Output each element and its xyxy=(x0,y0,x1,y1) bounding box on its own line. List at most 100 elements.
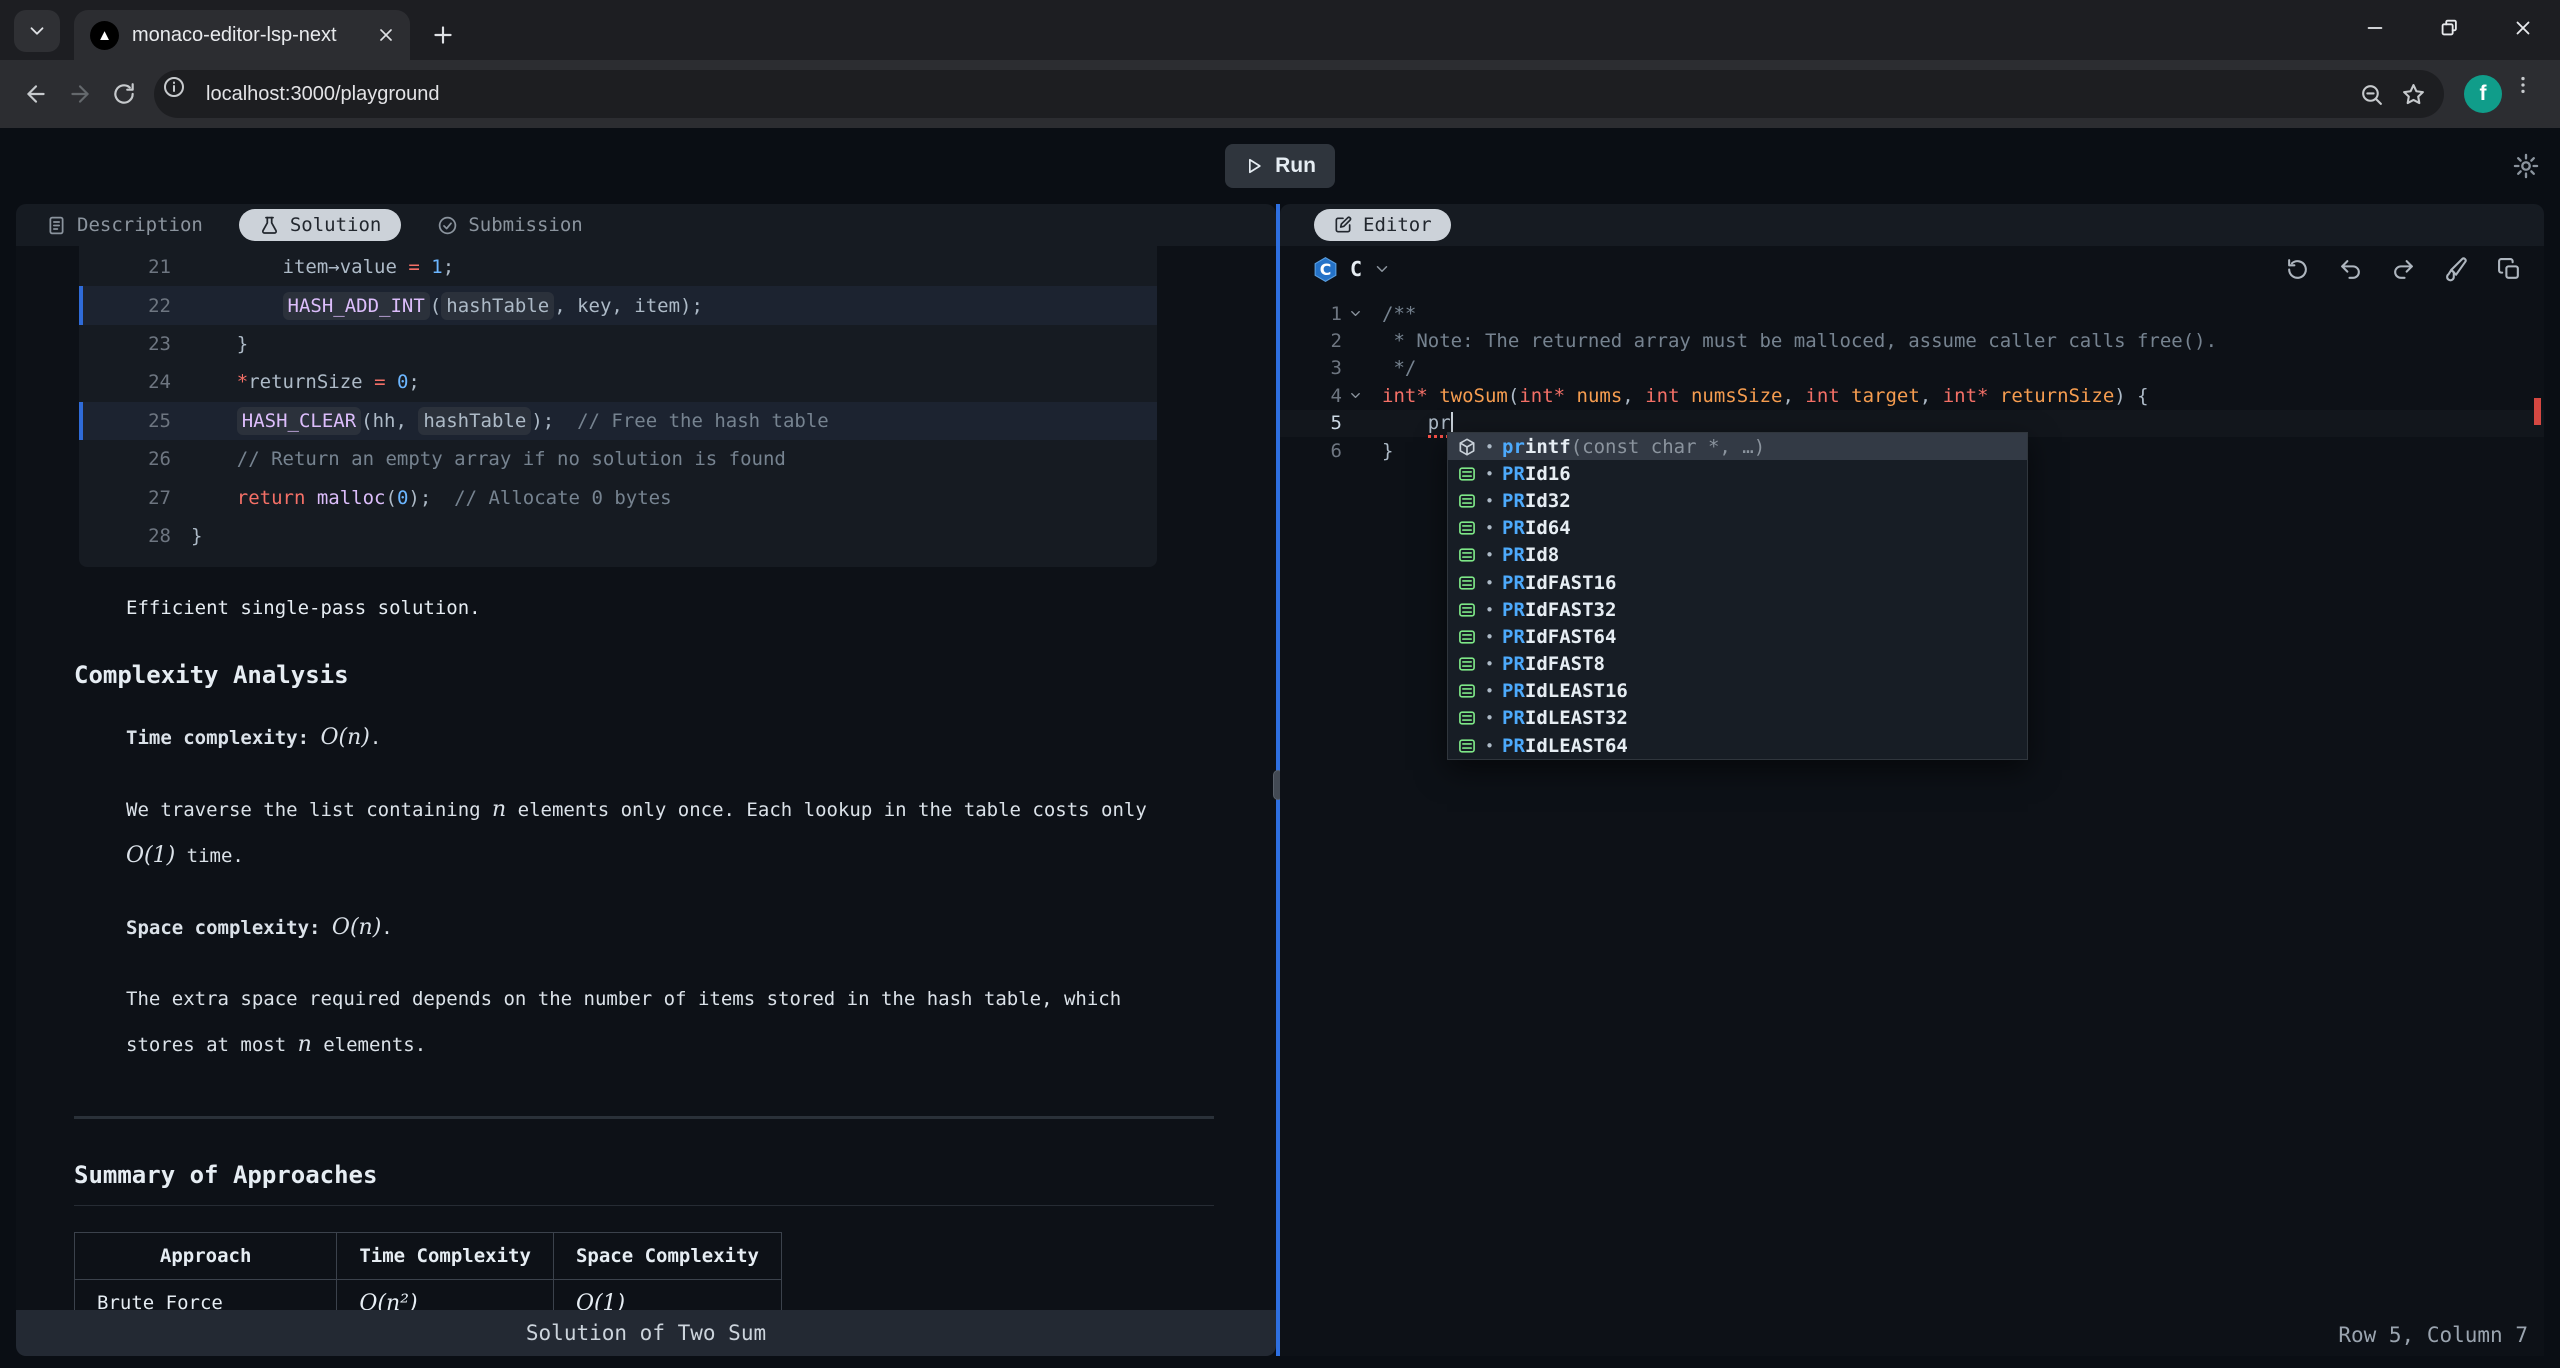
complexity-paragraph-4: The extra space required depends on the … xyxy=(126,977,1186,1068)
bullet: • xyxy=(1485,601,1494,619)
tab-description[interactable]: Description xyxy=(46,214,203,236)
forward-arrow-icon xyxy=(67,81,93,107)
browser-tab[interactable]: ▲ monaco-editor-lsp-next xyxy=(74,10,410,60)
suggest-item-PRIdFAST16[interactable]: •PRIdFAST16 xyxy=(1448,569,2027,596)
line-code: */ xyxy=(1382,357,1416,379)
suggest-item-PRIdLEAST64[interactable]: •PRIdLEAST64 xyxy=(1448,732,2027,759)
tab-title: monaco-editor-lsp-next xyxy=(132,24,363,47)
table-header-row: ApproachTime ComplexitySpace Complexity xyxy=(75,1233,782,1280)
code-editor[interactable]: 1/**2 * Note: The returned array must be… xyxy=(1280,292,2544,1356)
line-code: * Note: The returned array must be mallo… xyxy=(1382,330,2217,352)
suggest-item-PRIdLEAST32[interactable]: •PRIdLEAST32 xyxy=(1448,705,2027,732)
snippet-icon xyxy=(1457,627,1477,647)
reset-icon[interactable] xyxy=(2285,257,2310,282)
suggest-item-PRIdLEAST16[interactable]: •PRIdLEAST16 xyxy=(1448,678,2027,705)
line-number: 25 xyxy=(79,410,171,432)
copy-icon[interactable] xyxy=(2497,257,2522,282)
bullet: • xyxy=(1485,492,1494,510)
site-info-button[interactable] xyxy=(162,75,200,113)
undo-icon[interactable] xyxy=(2338,257,2363,282)
bullet: • xyxy=(1485,682,1494,700)
zoom-button[interactable] xyxy=(2350,73,2392,115)
section-divider xyxy=(74,1116,1214,1119)
table-cell: O(n²) xyxy=(337,1280,554,1310)
line-number: 28 xyxy=(79,525,171,547)
cube-icon xyxy=(1457,437,1477,457)
language-label: C xyxy=(1350,257,1362,281)
minimize-icon xyxy=(2364,17,2386,39)
tab-solution[interactable]: Solution xyxy=(239,209,402,241)
snippet-icon xyxy=(1457,518,1477,538)
close-icon xyxy=(2512,17,2534,39)
fold-chevron-icon[interactable] xyxy=(1342,306,1368,321)
line-code: int* twoSum(int* nums, int numsSize, int… xyxy=(1382,385,2149,407)
suggest-item-PRIdFAST64[interactable]: •PRIdFAST64 xyxy=(1448,623,2027,650)
kebab-menu-icon xyxy=(2512,74,2534,96)
c-language-icon: C xyxy=(1312,256,1339,283)
suggest-label: PRId64 xyxy=(1502,517,1571,539)
suggest-item-PRIdFAST8[interactable]: •PRIdFAST8 xyxy=(1448,651,2027,678)
approaches-table: ApproachTime ComplexitySpace ComplexityB… xyxy=(74,1232,782,1310)
window-close-button[interactable] xyxy=(2486,0,2560,56)
code-line-27: 27 return malloc(0); // Allocate 0 bytes xyxy=(79,478,1157,516)
window-minimize-button[interactable] xyxy=(2338,0,2412,56)
line-number: 21 xyxy=(79,256,171,278)
bookmark-button[interactable] xyxy=(2392,73,2434,115)
language-selector[interactable]: C C xyxy=(1312,256,1391,283)
line-code: item→value = 1; xyxy=(171,256,454,278)
suggest-label: PRIdLEAST32 xyxy=(1502,707,1628,729)
editor-line-4[interactable]: 4int* twoSum(int* nums, int numsSize, in… xyxy=(1280,382,2544,409)
line-code: *returnSize = 0; xyxy=(171,371,420,393)
format-icon[interactable] xyxy=(2444,257,2469,282)
snippet-icon xyxy=(1457,600,1477,620)
redo-icon[interactable] xyxy=(2391,257,2416,282)
line-number: 24 xyxy=(79,371,171,393)
snippet-icon xyxy=(1457,681,1477,701)
svg-text:C: C xyxy=(1320,260,1332,279)
bullet: • xyxy=(1485,655,1494,673)
complexity-paragraph-1: Time complexity: O(n). xyxy=(126,715,1186,761)
code-line-21: 21 item→value = 1; xyxy=(79,248,1157,286)
tab-close-icon[interactable] xyxy=(376,25,396,45)
suggest-item-PRId32[interactable]: •PRId32 xyxy=(1448,487,2027,514)
reload-button[interactable] xyxy=(102,72,146,116)
screen: ▲ monaco-editor-lsp-next localhost:3000/… xyxy=(0,0,2560,1368)
back-button[interactable] xyxy=(14,72,58,116)
browser-menu-button[interactable] xyxy=(2512,74,2546,114)
snippet-icon xyxy=(1457,736,1477,756)
tab-label: Solution xyxy=(290,214,382,236)
editor-line-1[interactable]: 1/** xyxy=(1280,300,2544,327)
suggest-item-PRId16[interactable]: •PRId16 xyxy=(1448,460,2027,487)
solution-panel: Description Solution Submission 21 item→va… xyxy=(16,204,1276,1356)
url-bar[interactable]: localhost:3000/playground xyxy=(154,70,2444,118)
tab-submission[interactable]: Submission xyxy=(437,214,582,236)
run-button-label: Run xyxy=(1275,154,1316,178)
snippet-icon xyxy=(1457,464,1477,484)
suggest-item-PRId64[interactable]: • PRId64 xyxy=(1448,515,2027,542)
suggest-item-printf[interactable]: •printf(const char *, …) xyxy=(1448,433,2027,460)
new-tab-button[interactable] xyxy=(430,22,456,48)
editor-toolbar: C C xyxy=(1280,246,2544,292)
line-code: } xyxy=(171,333,248,355)
tab-search-button[interactable] xyxy=(14,10,60,52)
editor-line-2[interactable]: 2 * Note: The returned array must be mal… xyxy=(1280,327,2544,354)
code-line-25: 25 HASH_CLEAR(hh, hashTable); // Free th… xyxy=(79,402,1157,440)
run-button[interactable]: Run xyxy=(1225,144,1335,188)
complexity-heading: Complexity Analysis xyxy=(74,661,1276,689)
suggest-label: PRIdLEAST64 xyxy=(1502,735,1628,757)
edit-icon xyxy=(1333,215,1353,235)
editor-line-3[interactable]: 3 */ xyxy=(1280,355,2544,382)
profile-avatar[interactable]: f xyxy=(2464,75,2502,113)
main-split-view: Description Solution Submission 21 item→va… xyxy=(0,204,2560,1356)
fold-chevron-icon[interactable] xyxy=(1342,388,1368,403)
window-restore-button[interactable] xyxy=(2412,0,2486,56)
suggest-item-PRIdFAST32[interactable]: •PRIdFAST32 xyxy=(1448,596,2027,623)
editor-actions xyxy=(2285,257,2522,282)
bullet: • xyxy=(1485,519,1494,537)
line-code: /** xyxy=(1382,303,1416,325)
column-header: Space Complexity xyxy=(553,1233,781,1280)
suggest-item-PRId8[interactable]: •PRId8 xyxy=(1448,542,2027,569)
settings-gear-icon[interactable] xyxy=(2512,152,2540,180)
forward-button[interactable] xyxy=(58,72,102,116)
code-line-28: 28} xyxy=(79,517,1157,555)
